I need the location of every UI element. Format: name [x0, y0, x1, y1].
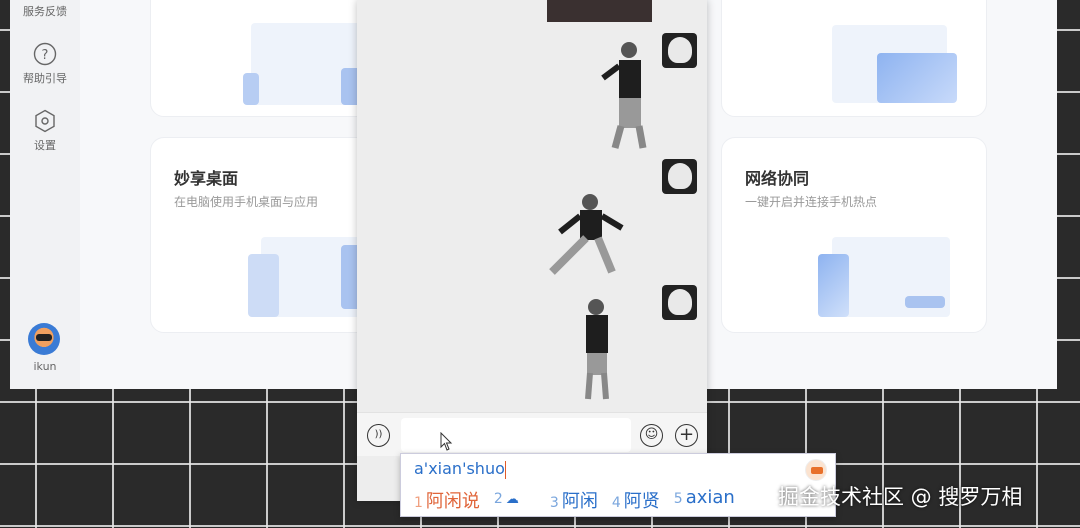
ime-composition: a'xian'shuo: [414, 459, 505, 478]
ime-candidate[interactable]: 3 阿闲: [550, 487, 598, 513]
ime-candidate[interactable]: 5 axian: [674, 487, 735, 513]
sender-avatar[interactable]: [662, 159, 697, 194]
ime-candidate-cloud[interactable]: 2 ☁: [494, 487, 536, 513]
dancer-sticker[interactable]: [597, 40, 657, 150]
sidebar-item-settings[interactable]: 设置: [10, 109, 80, 153]
avatar[interactable]: [28, 323, 60, 355]
chat-input-bar: )) ☺ +: [357, 412, 707, 456]
plus-icon[interactable]: +: [675, 424, 698, 447]
card-subtitle: 在电脑使用手机桌面与应用: [174, 195, 319, 209]
card-subtitle: 一键开启并连接手机热点: [745, 195, 878, 209]
card-title: 妙享桌面: [174, 169, 239, 188]
dancer-sticker[interactable]: [542, 192, 642, 276]
chat-window: )) ☺ +: [357, 0, 707, 501]
message-input[interactable]: [401, 418, 631, 452]
dancer-sticker[interactable]: [572, 297, 622, 401]
ime-candidate[interactable]: 4 阿贤: [612, 487, 660, 513]
settings-icon: [35, 109, 55, 133]
mouse-cursor-icon: [440, 432, 453, 451]
card-title: 网络协同: [745, 169, 810, 188]
cloud-icon: ☁: [505, 492, 519, 507]
user-name: ikun: [33, 360, 57, 373]
ime-candidate-popup: a'xian'shuo 1 阿闲说 2 ☁ 3 阿闲 4 阿贤 5 axian: [400, 453, 836, 517]
feature-card-top-right[interactable]: [721, 0, 987, 117]
ime-logo-icon[interactable]: [805, 459, 827, 481]
sidebar: 服务反馈 ? 帮助引导 设置 ikun: [10, 0, 80, 389]
feature-card-network-collab[interactable]: 网络协同 一键开启并连接手机热点: [721, 137, 987, 333]
svg-text:?: ?: [42, 48, 49, 63]
sidebar-item-feedback[interactable]: 服务反馈: [10, 3, 80, 19]
emoji-icon[interactable]: ☺: [640, 424, 663, 447]
ime-candidate[interactable]: 1 阿闲说: [414, 487, 480, 513]
voice-icon[interactable]: )): [367, 424, 390, 447]
image-message[interactable]: [547, 0, 652, 22]
sender-avatar[interactable]: [662, 33, 697, 68]
sidebar-item-help[interactable]: ? 帮助引导: [10, 42, 80, 86]
sender-avatar[interactable]: [662, 285, 697, 320]
watermark: 掘金技术社区 @ 搜罗万相: [778, 485, 1023, 509]
help-icon: ?: [33, 42, 57, 66]
